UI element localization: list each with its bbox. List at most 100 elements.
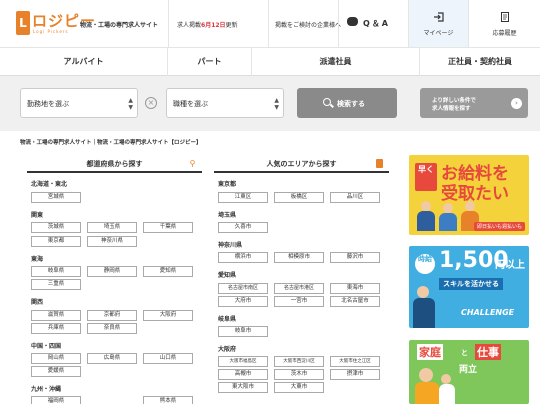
- worker-face: [417, 286, 429, 298]
- banner-challenge: CHALLENGE: [461, 308, 515, 317]
- job-type-select-text: 職種を選ぶ: [173, 100, 208, 108]
- region-label: 東京都: [218, 181, 237, 188]
- logo[interactable]: L ロジピー Logi Pickers: [16, 10, 95, 38]
- child-body: [439, 384, 455, 404]
- area-link[interactable]: 大府市: [218, 296, 268, 307]
- detail-search-button[interactable]: より詳しい条件で 求人情報を探す ›: [420, 88, 528, 118]
- area-link[interactable]: 相模原市: [274, 252, 324, 263]
- update-info: 求人掲載6月12日更新: [168, 0, 268, 47]
- job-type-select[interactable]: 職種を選ぶ ▲ ▼: [166, 88, 284, 118]
- area-link[interactable]: 板橋区: [274, 192, 324, 203]
- logo-mark: L: [16, 11, 30, 35]
- prefecture-link[interactable]: 千葉県: [143, 222, 193, 233]
- prefecture-link[interactable]: 奈良県: [87, 323, 137, 334]
- child-face: [441, 374, 451, 384]
- prefecture-link[interactable]: 宮城県: [31, 192, 81, 203]
- prefecture-link[interactable]: 東京都: [31, 236, 81, 247]
- banner-word-and: と: [461, 349, 468, 357]
- region-label: 埼玉県: [218, 212, 237, 219]
- area-link[interactable]: 一宮市: [274, 296, 324, 307]
- area-link[interactable]: 摂津市: [330, 369, 380, 380]
- update-suffix: 更新: [225, 22, 238, 29]
- prefecture-link[interactable]: 岡山県: [31, 353, 81, 364]
- prefecture-link[interactable]: 神奈川県: [87, 236, 137, 247]
- prefecture-link[interactable]: 愛知県: [143, 266, 193, 277]
- prefecture-link[interactable]: 山口県: [143, 353, 193, 364]
- area-panel: 人気のエリアから探す 東京都 江東区 板橋区 品川区 埼玉県 久喜市 神奈川県 …: [214, 155, 389, 404]
- breadcrumb[interactable]: 物流・工場の専門求人サイト｜物流・工場の専門求人サイト【ロジピー】: [20, 138, 202, 146]
- prefecture-link[interactable]: 大阪府: [143, 310, 193, 321]
- nav-item-part[interactable]: パート: [168, 48, 252, 76]
- search-icon: [323, 98, 331, 106]
- banner-tag: 即日払いも週払いも: [473, 222, 525, 231]
- prefecture-link[interactable]: 埼玉県: [87, 222, 137, 233]
- area-link[interactable]: 茨木市: [274, 369, 324, 380]
- area-link[interactable]: 大阪市西淀川区: [274, 356, 324, 367]
- map-pin-icon: ⚲: [189, 159, 196, 168]
- region-label: 愛知県: [218, 272, 237, 279]
- prefecture-panel-header: 都道府県から探す ⚲: [27, 155, 202, 173]
- prefecture-link[interactable]: 静岡県: [87, 266, 137, 277]
- area-link[interactable]: 北名古屋市: [330, 296, 380, 307]
- area-link[interactable]: 東大阪市: [218, 382, 268, 393]
- banner-word-family: 家庭: [417, 344, 443, 360]
- mypage-link[interactable]: マイページ: [408, 0, 468, 47]
- area-link[interactable]: 横浜市: [218, 252, 268, 263]
- prefecture-panel: 都道府県から探す ⚲ 北海道・東北 宮城県 関東 茨城県 埼玉県 千葉県 東京都…: [27, 155, 202, 404]
- banner-badge: 時給: [415, 254, 435, 274]
- region-label: 北海道・東北: [31, 181, 68, 188]
- enterprise-label: 掲載をご検討の企業様へ: [275, 22, 342, 29]
- search-button[interactable]: 検索する: [297, 88, 397, 118]
- update-date: 6月12日: [201, 22, 226, 29]
- prefecture-link[interactable]: 茨城県: [31, 222, 81, 233]
- prefecture-link[interactable]: 熊本県: [143, 396, 193, 404]
- mypage-label: マイページ: [423, 30, 454, 37]
- area-link[interactable]: 名古屋市南区: [218, 283, 268, 294]
- login-icon: [433, 12, 444, 22]
- area-panel-header: 人気のエリアから探す: [214, 155, 389, 173]
- chat-bubble-icon: [347, 17, 358, 26]
- area-link[interactable]: 品川区: [330, 192, 380, 203]
- nav-item-dispatch[interactable]: 派遣社員: [252, 48, 420, 76]
- area-link[interactable]: 江東区: [218, 192, 268, 203]
- prefecture-link[interactable]: 京都府: [87, 310, 137, 321]
- area-link[interactable]: 大阪市住之江区: [330, 356, 380, 367]
- location-select[interactable]: 勤務地を選ぶ ▲ ▼: [20, 88, 138, 118]
- banner-hourly-wage[interactable]: 時給 1,500 円以上 スキルを活かせる CHALLENGE: [409, 246, 529, 328]
- area-link[interactable]: 高槻市: [218, 369, 268, 380]
- page: L ロジピー Logi Pickers 物流・工場の専門求人サイト 求人掲載6月…: [0, 0, 540, 404]
- area-link[interactable]: 藤沢市: [330, 252, 380, 263]
- area-link[interactable]: 大東市: [274, 382, 324, 393]
- nav-item-part-time-job[interactable]: アルバイト: [0, 48, 168, 76]
- prefecture-link[interactable]: 福岡県: [31, 396, 81, 404]
- banner-word-work: 仕事: [475, 344, 501, 360]
- area-link[interactable]: 岐阜市: [218, 326, 268, 337]
- qa-link[interactable]: Q＆A: [338, 0, 408, 47]
- site-tagline: 物流・工場の専門求人サイト: [80, 22, 159, 29]
- enterprise-link[interactable]: 掲載をご検討の企業様へ: [268, 0, 342, 47]
- area-link[interactable]: 名古屋市港区: [274, 283, 324, 294]
- prefecture-link[interactable]: 兵庫県: [31, 323, 81, 334]
- history-link[interactable]: 応募履歴: [468, 0, 540, 47]
- banner-badge: 早く: [415, 163, 437, 191]
- region-label: 九州・沖縄: [31, 386, 62, 393]
- nav-item-full-time[interactable]: 正社員・契約社員: [420, 48, 540, 76]
- select-arrows-icon: ▲ ▼: [274, 97, 279, 111]
- banner-work-life[interactable]: 家庭 と 仕事 両立: [409, 340, 529, 404]
- area-link[interactable]: 東海市: [330, 283, 380, 294]
- area-link[interactable]: 久喜市: [218, 222, 268, 233]
- banner-quick-pay[interactable]: 早く お給料を 受取たい 即日払いも週払いも: [409, 155, 529, 235]
- banner-word-balance: 両立: [459, 365, 478, 375]
- prefecture-link[interactable]: 広島県: [87, 353, 137, 364]
- banner-wage-unit: 円以上: [495, 260, 525, 271]
- prefecture-link[interactable]: 愛媛県: [31, 366, 81, 377]
- area-link[interactable]: 大阪市福島区: [218, 356, 268, 367]
- prefecture-link[interactable]: 三重県: [31, 279, 81, 290]
- prefecture-link[interactable]: 岐阜県: [31, 266, 81, 277]
- detail-search-line1: より詳しい条件で: [432, 98, 476, 104]
- arrow-right-icon: ›: [511, 98, 522, 109]
- cross-icon: ×: [145, 97, 157, 109]
- prefecture-link[interactable]: 滋賀県: [31, 310, 81, 321]
- region-label: 中国・四国: [31, 343, 62, 350]
- person-body: [415, 382, 439, 404]
